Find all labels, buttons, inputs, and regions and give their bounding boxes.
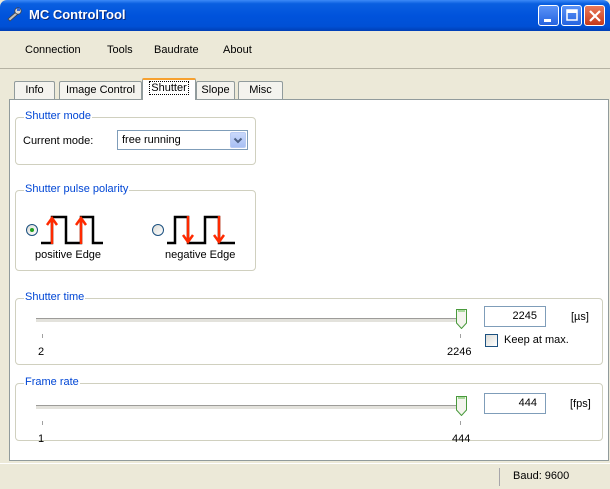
shutter-time-max: 2246 xyxy=(447,346,472,358)
menu-tools[interactable]: Tools xyxy=(107,44,133,56)
minimize-icon xyxy=(544,19,551,22)
menu-divider xyxy=(0,68,610,69)
frame-rate-tick-max xyxy=(460,421,461,425)
tab-image-control-label: Image Control xyxy=(65,84,136,96)
tab-shutter[interactable]: Shutter xyxy=(142,78,196,100)
shutter-time-min: 2 xyxy=(38,346,45,358)
tab-misc[interactable]: Misc xyxy=(238,81,283,99)
menu-connection[interactable]: Connection xyxy=(25,44,81,56)
frame-rate-unit: [fps] xyxy=(570,398,591,410)
frame-rate-slider-thumb-icon[interactable] xyxy=(456,396,467,416)
frame-rate-max: 444 xyxy=(452,433,471,445)
keep-at-max-label: Keep at max. xyxy=(504,334,569,346)
close-icon xyxy=(589,10,601,22)
shutter-time-slider-track[interactable] xyxy=(36,318,466,323)
dropdown-chevron-icon xyxy=(233,137,243,144)
frame-rate-min: 1 xyxy=(38,433,45,445)
shutter-time-unit: [µs] xyxy=(571,311,589,323)
tab-misc-label: Misc xyxy=(249,84,272,96)
minimize-button[interactable] xyxy=(538,5,559,26)
app-wrench-icon xyxy=(7,7,22,22)
tab-shutter-label: Shutter xyxy=(149,81,189,95)
positive-edge-icon xyxy=(41,215,103,245)
shutter-mode-value: free running xyxy=(122,134,181,146)
negative-edge-label: negative Edge xyxy=(165,249,236,261)
frame-rate-input[interactable]: 444 xyxy=(484,393,546,414)
negative-edge-radio[interactable] xyxy=(152,224,164,236)
tab-info-label: Info xyxy=(25,84,44,96)
window-title: MC ControlTool xyxy=(29,7,126,22)
current-mode-label: Current mode: xyxy=(23,135,94,147)
maximize-button[interactable] xyxy=(561,5,582,26)
tab-slope-label: Slope xyxy=(201,84,230,96)
slider-thumb-icon[interactable] xyxy=(456,309,467,329)
tab-info[interactable]: Info xyxy=(14,81,55,99)
frame-rate-tick-min xyxy=(42,421,43,425)
keep-at-max-checkbox[interactable] xyxy=(485,334,498,347)
shutter-time-tick-max xyxy=(460,334,461,338)
status-separator xyxy=(499,468,500,486)
frame-rate-title: Frame rate xyxy=(24,376,80,388)
shutter-mode-select[interactable]: free running xyxy=(117,130,248,150)
positive-edge-radio[interactable] xyxy=(26,224,38,236)
shutter-mode-dropdown-button[interactable] xyxy=(230,132,246,148)
menu-about[interactable]: About xyxy=(223,44,252,56)
shutter-time-input[interactable]: 2245 xyxy=(484,306,546,327)
pulse-polarity-title: Shutter pulse polarity xyxy=(24,183,130,195)
positive-edge-label: positive Edge xyxy=(35,249,102,261)
status-baud: Baud: 9600 xyxy=(513,470,570,482)
frame-rate-slider-track[interactable] xyxy=(36,405,466,410)
shutter-mode-title: Shutter mode xyxy=(24,110,93,122)
negative-edge-icon xyxy=(167,215,235,245)
menu-baudrate[interactable]: Baudrate xyxy=(154,44,199,56)
close-button[interactable] xyxy=(584,5,605,26)
tab-slope[interactable]: Slope xyxy=(196,81,235,99)
tab-image-control[interactable]: Image Control xyxy=(59,81,142,99)
status-bar: Baud: 9600 xyxy=(0,463,610,489)
menu-bar: Connection Tools Baudrate About xyxy=(0,31,610,69)
shutter-time-title: Shutter time xyxy=(24,291,86,303)
maximize-icon xyxy=(566,9,578,21)
app-window: MC ControlTool Connection Tools Baudrate… xyxy=(0,0,610,489)
title-bar[interactable]: MC ControlTool xyxy=(0,0,610,31)
shutter-time-tick-min xyxy=(42,334,43,338)
